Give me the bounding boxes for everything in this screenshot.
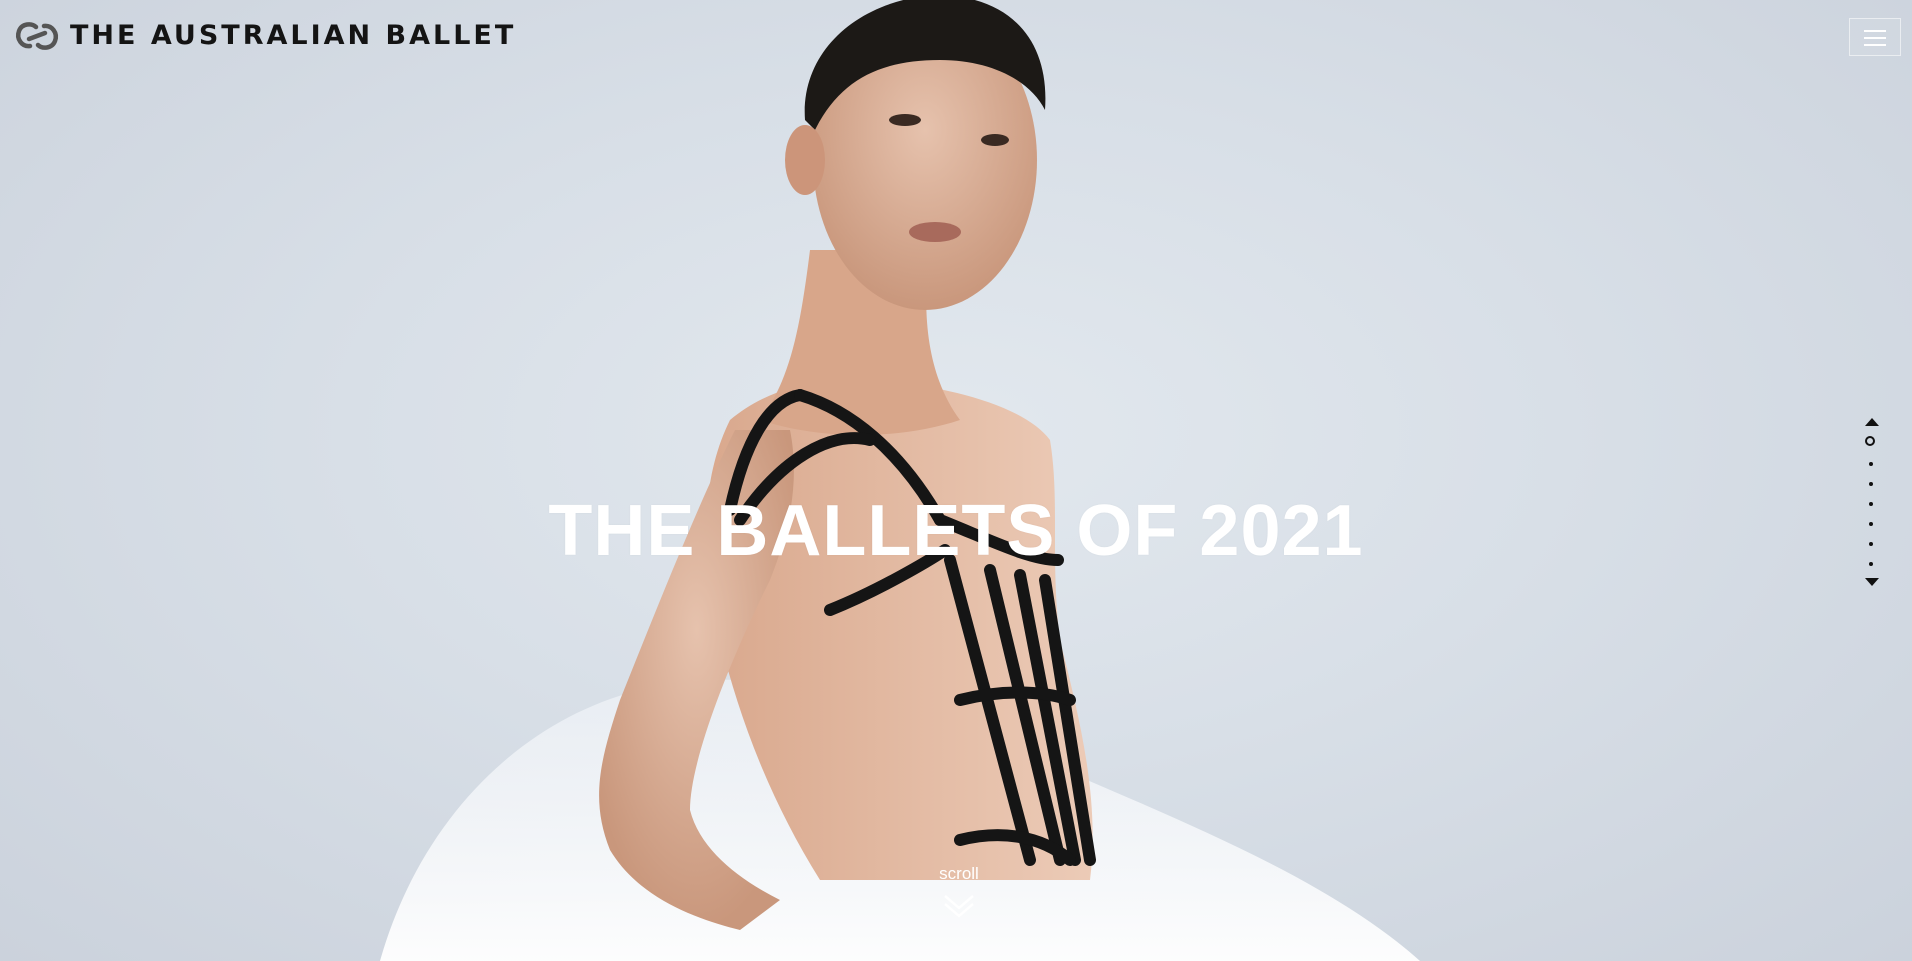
menu-button[interactable]: [1849, 18, 1901, 56]
pager-dot[interactable]: [1865, 436, 1875, 446]
triangle-down-icon[interactable]: [1865, 578, 1879, 586]
pager-dot[interactable]: [1869, 462, 1873, 466]
pager-dot[interactable]: [1869, 522, 1873, 526]
brand-logo[interactable]: THE AUSTRALIAN BALLET: [14, 18, 516, 54]
pager-dot[interactable]: [1869, 482, 1873, 486]
hamburger-menu-icon: [1864, 30, 1886, 32]
double-chevron-down-icon: [944, 895, 974, 918]
pager-dot[interactable]: [1869, 542, 1873, 546]
brand-name: THE AUSTRALIAN BALLET: [70, 20, 517, 51]
scroll-button[interactable]: scroll: [909, 861, 1009, 919]
pager-dot[interactable]: [1869, 562, 1873, 566]
triangle-up-icon[interactable]: [1865, 418, 1879, 426]
scroll-label: scroll: [939, 864, 979, 883]
page: THE AUSTRALIAN BALLET THE BALLETS OF 202…: [0, 0, 1912, 961]
hero-image: [380, 0, 1420, 961]
hero-title: THE BALLETS OF 2021: [548, 491, 1364, 572]
pager-dot[interactable]: [1869, 502, 1873, 506]
linked-rings-icon: [16, 22, 58, 50]
